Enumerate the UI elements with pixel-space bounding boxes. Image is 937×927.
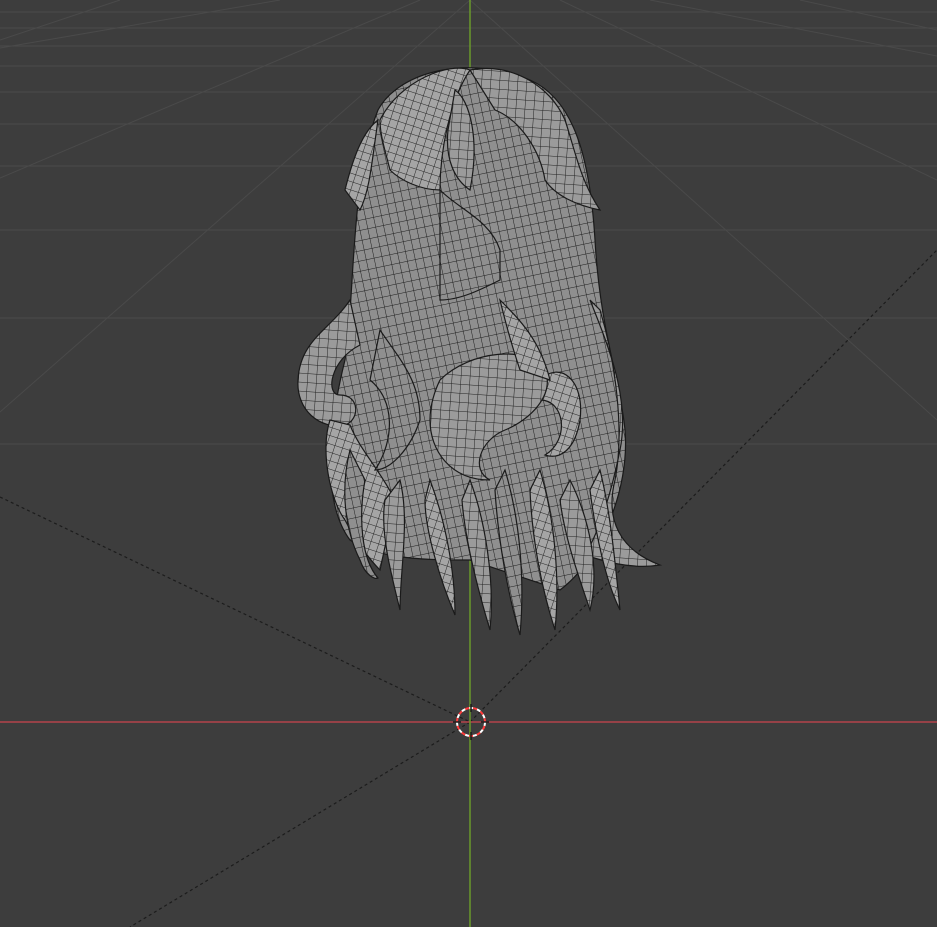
3d-viewport[interactable] xyxy=(0,0,937,927)
hair-mesh-object[interactable] xyxy=(297,67,663,636)
viewport-canvas[interactable] xyxy=(0,0,937,927)
